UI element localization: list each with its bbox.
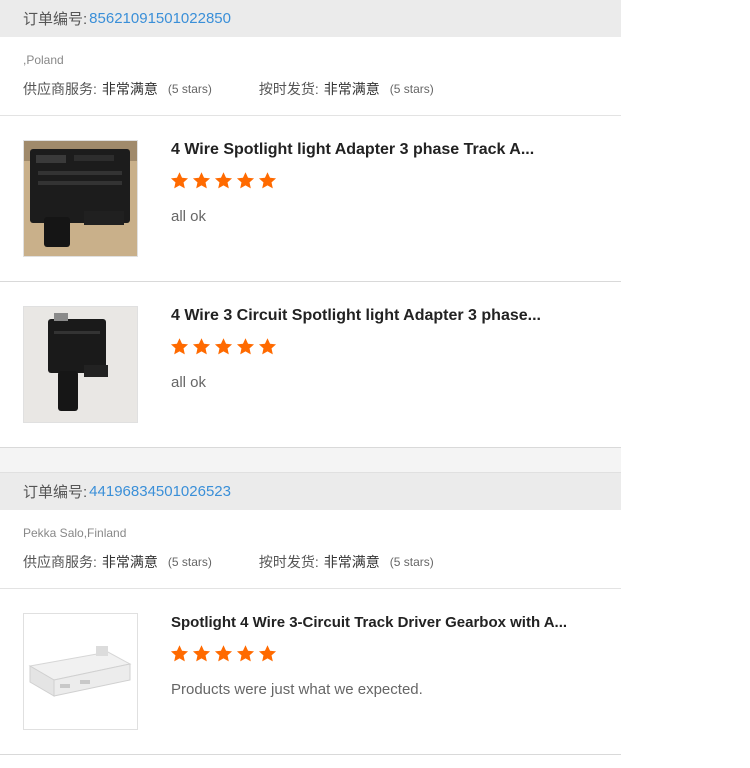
seller-ratings: 供应商服务: 非常满意 (5 stars) 按时发货: 非常满意 (5 star… <box>23 552 434 572</box>
supplier-service-rating: 供应商服务: 非常满意 (5 stars) <box>23 552 212 572</box>
seller-ratings: 供应商服务: 非常满意 (5 stars) 按时发货: 非常满意 (5 star… <box>23 79 434 99</box>
product-star-rating <box>170 644 277 663</box>
buyer-name: ,Poland <box>23 53 64 67</box>
review-comment: Products were just what we expected. <box>171 681 423 698</box>
supplier-service-rating: 供应商服务: 非常满意 (5 stars) <box>23 79 212 99</box>
supplier-service-value: 非常满意 <box>101 81 158 97</box>
product-star-rating <box>170 171 277 190</box>
star-icon <box>236 645 255 662</box>
delivery-value: 非常满意 <box>323 554 380 570</box>
order-header: 订单编号: 44196834501026523 <box>0 473 621 510</box>
delivery-stars: (5 stars) <box>389 555 434 569</box>
star-icon <box>236 338 255 355</box>
supplier-service-stars: (5 stars) <box>167 82 212 96</box>
black-track-adapter-image <box>24 141 137 256</box>
delivery-label: 按时发货: <box>258 554 319 570</box>
order-number-label: 订单编号: <box>23 484 88 501</box>
delivery-rating: 按时发货: 非常满意 (5 stars) <box>259 79 434 99</box>
order-header: 订单编号: 85621091501022850 <box>0 0 621 37</box>
order-block: 订单编号: 85621091501022850 ,Poland 供应商服务: 非… <box>0 0 621 448</box>
black-track-adapter-image <box>24 307 137 422</box>
star-icon <box>258 645 277 662</box>
supplier-service-value: 非常满意 <box>101 554 158 570</box>
star-icon <box>214 338 233 355</box>
star-icon <box>192 645 211 662</box>
product-thumbnail[interactable] <box>23 306 138 423</box>
star-icon <box>214 645 233 662</box>
product-title[interactable]: Spotlight 4 Wire 3-Circuit Track Driver … <box>171 614 567 631</box>
star-icon <box>192 338 211 355</box>
star-icon <box>170 645 189 662</box>
supplier-service-label: 供应商服务: <box>23 81 97 97</box>
star-icon <box>170 172 189 189</box>
supplier-service-label: 供应商服务: <box>23 554 97 570</box>
star-icon <box>258 338 277 355</box>
star-icon <box>170 338 189 355</box>
order-info: ,Poland 供应商服务: 非常满意 (5 stars) 按时发货: 非常满意… <box>0 37 621 116</box>
star-icon <box>236 172 255 189</box>
product-review: Spotlight 4 Wire 3-Circuit Track Driver … <box>0 589 621 755</box>
supplier-service-stars: (5 stars) <box>167 555 212 569</box>
product-thumbnail[interactable] <box>23 140 138 257</box>
order-info: Pekka Salo,Finland 供应商服务: 非常满意 (5 stars)… <box>0 510 621 589</box>
reviews-list: 订单编号: 85621091501022850 ,Poland 供应商服务: 非… <box>0 0 621 755</box>
buyer-name: Pekka Salo,Finland <box>23 526 127 540</box>
product-review: 4 Wire 3 Circuit Spotlight light Adapter… <box>0 282 621 448</box>
product-title[interactable]: 4 Wire Spotlight light Adapter 3 phase T… <box>171 141 534 159</box>
star-icon <box>214 172 233 189</box>
order-number-link[interactable]: 44196834501026523 <box>89 483 231 500</box>
delivery-label: 按时发货: <box>258 81 319 97</box>
order-block: 订单编号: 44196834501026523 Pekka Salo,Finla… <box>0 473 621 755</box>
delivery-rating: 按时发货: 非常满意 (5 stars) <box>259 552 434 572</box>
order-number-link[interactable]: 85621091501022850 <box>89 10 231 27</box>
order-separator <box>0 448 621 473</box>
product-star-rating <box>170 337 277 356</box>
order-number-label: 订单编号: <box>23 11 88 28</box>
product-thumbnail[interactable] <box>23 613 138 730</box>
delivery-stars: (5 stars) <box>389 82 434 96</box>
star-icon <box>258 172 277 189</box>
star-icon <box>192 172 211 189</box>
review-comment: all ok <box>171 208 207 225</box>
delivery-value: 非常满意 <box>323 81 380 97</box>
product-review: 4 Wire Spotlight light Adapter 3 phase T… <box>0 116 621 282</box>
product-title[interactable]: 4 Wire 3 Circuit Spotlight light Adapter… <box>171 307 541 325</box>
review-comment: all ok <box>171 374 207 391</box>
white-track-driver-image <box>24 614 137 729</box>
